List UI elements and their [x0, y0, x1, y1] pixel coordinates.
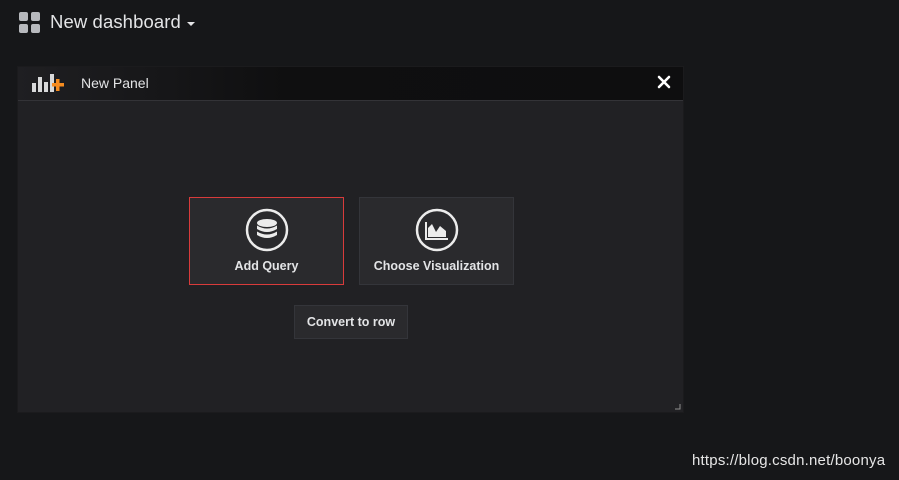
add-panel-icon — [32, 74, 64, 92]
watermark-text: https://blog.csdn.net/boonya — [692, 452, 886, 469]
resize-handle-icon[interactable] — [675, 404, 681, 410]
caret-down-icon — [186, 22, 195, 26]
choose-visualization-button[interactable]: Choose Visualization — [359, 197, 514, 285]
dashboard-page: New dashboard New Panel Add Query Choose… — [0, 0, 899, 480]
add-query-button[interactable]: Add Query — [189, 197, 344, 285]
grid-icon — [19, 11, 40, 33]
close-icon[interactable] — [657, 75, 671, 89]
new-panel: New Panel Add Query Choose Visualization… — [17, 66, 684, 413]
convert-to-row-button[interactable]: Convert to row — [294, 305, 408, 339]
dashboard-title: New dashboard — [50, 11, 181, 32]
dashboard-picker[interactable]: New dashboard — [19, 9, 195, 35]
panel-header: New Panel — [18, 67, 683, 101]
area-chart-icon — [415, 208, 458, 252]
panel-title: New Panel — [81, 75, 149, 91]
database-icon — [245, 208, 288, 252]
choose-visualization-label: Choose Visualization — [373, 259, 500, 273]
add-query-label: Add Query — [234, 259, 299, 273]
